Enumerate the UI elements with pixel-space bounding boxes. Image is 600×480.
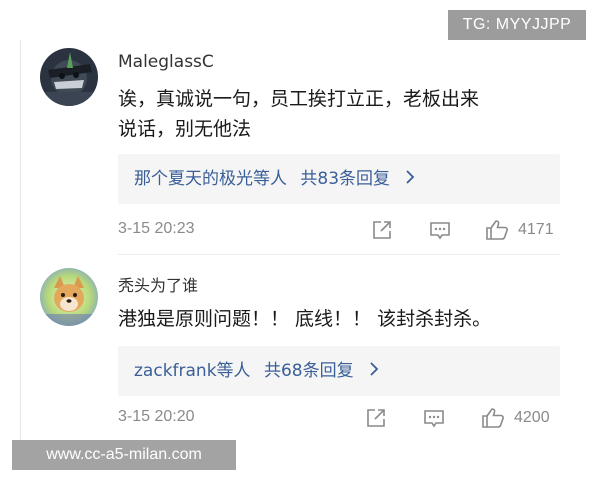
comment-meta: 3-15 20:20 4200 [118, 404, 560, 432]
timestamp: 3-15 20:20 [118, 408, 195, 425]
watermark-top: TG: MYYJJPP [448, 10, 586, 40]
comment-text-line: 港独是原则问题！！ 底线！！ 该封杀封杀。 [118, 308, 492, 330]
comment-divider [118, 254, 560, 255]
comment-text: 诶，真诚说一句，员工挨打立正，老板出来 说话，别无他法 [118, 84, 563, 144]
username[interactable]: MaleglassC [118, 52, 214, 72]
chevron-right-icon [369, 346, 379, 396]
comment-card: 秃头为了谁 港独是原则问题！！ 底线！！ 该封杀封杀。 zackfrank等人 … [0, 262, 600, 440]
avatar[interactable] [40, 268, 98, 326]
reply-names[interactable]: 那个夏天的极光 [134, 169, 253, 189]
reply-suffix: 等人 [253, 169, 287, 189]
reply-suffix: 等人 [216, 361, 251, 381]
comment-text: 港独是原则问题！！ 底线！！ 该封杀封杀。 [118, 304, 563, 334]
comment-text-line: 说话，别无他法 [118, 118, 252, 140]
thumbs-up-icon[interactable] [484, 218, 510, 242]
username[interactable]: 秃头为了谁 [118, 272, 198, 296]
reply-summary[interactable]: zackfrank等人 共68条回复 [118, 346, 560, 396]
share-icon[interactable] [370, 218, 396, 242]
comment-card: MaleglassC 诶，真诚说一句，员工挨打立正，老板出来 说话，别无他法 那… [0, 42, 600, 252]
comment-icon[interactable] [428, 218, 454, 242]
chevron-right-icon [405, 154, 415, 204]
share-icon[interactable] [364, 406, 390, 430]
reply-count[interactable]: 共83条回复 [300, 169, 390, 189]
reply-count[interactable]: 共68条回复 [264, 361, 354, 381]
timestamp: 3-15 20:23 [118, 220, 195, 237]
reply-summary[interactable]: 那个夏天的极光等人 共83条回复 [118, 154, 560, 204]
avatar[interactable] [40, 48, 98, 106]
like-count: 4171 [518, 221, 554, 238]
thumbs-up-icon[interactable] [480, 406, 506, 430]
comment-text-line: 诶，真诚说一句，员工挨打立正，老板出来 [118, 88, 480, 110]
comment-meta: 3-15 20:23 4171 [118, 216, 560, 244]
reply-names[interactable]: zackfrank [134, 361, 217, 381]
avatar-icon [40, 48, 98, 106]
watermark-bottom: www.cc-a5-milan.com [12, 440, 236, 470]
comment-icon[interactable] [422, 406, 448, 430]
avatar-icon [40, 268, 98, 326]
like-count: 4200 [514, 409, 550, 426]
